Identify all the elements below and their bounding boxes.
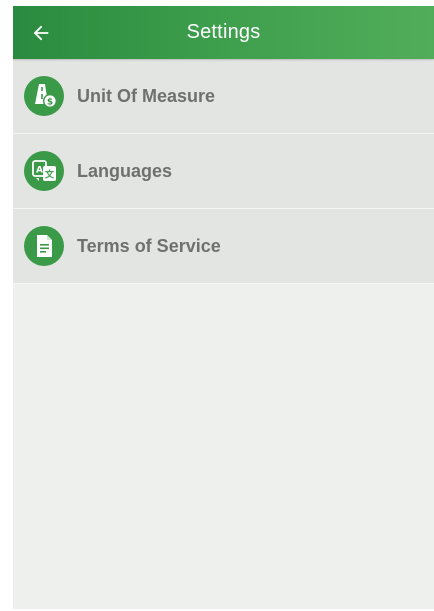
back-button[interactable] xyxy=(23,15,59,51)
menu-item-label: Terms of Service xyxy=(77,235,221,256)
menu-item-terms-of-service[interactable]: Terms of Service xyxy=(13,209,434,284)
arrow-left-icon xyxy=(33,25,49,41)
svg-text:$: $ xyxy=(47,98,53,108)
settings-menu: $ Unit Of Measure A 文 Languages Terms of… xyxy=(13,59,434,284)
settings-screen: Settings $ Unit Of Measure A 文 Languages… xyxy=(13,6,434,609)
menu-item-label: Languages xyxy=(77,160,173,181)
app-bar: Settings xyxy=(13,6,434,59)
page-title: Settings xyxy=(186,21,261,43)
svg-text:A: A xyxy=(36,166,43,176)
menu-item-label: Unit Of Measure xyxy=(77,85,216,106)
menu-item-unit-of-measure[interactable]: $ Unit Of Measure xyxy=(13,59,434,134)
menu-item-languages[interactable]: A 文 Languages xyxy=(13,134,434,209)
svg-text:文: 文 xyxy=(44,169,55,181)
translate-icon: A 文 xyxy=(24,151,64,191)
document-icon xyxy=(24,226,64,266)
road-dollar-icon: $ xyxy=(24,76,64,116)
